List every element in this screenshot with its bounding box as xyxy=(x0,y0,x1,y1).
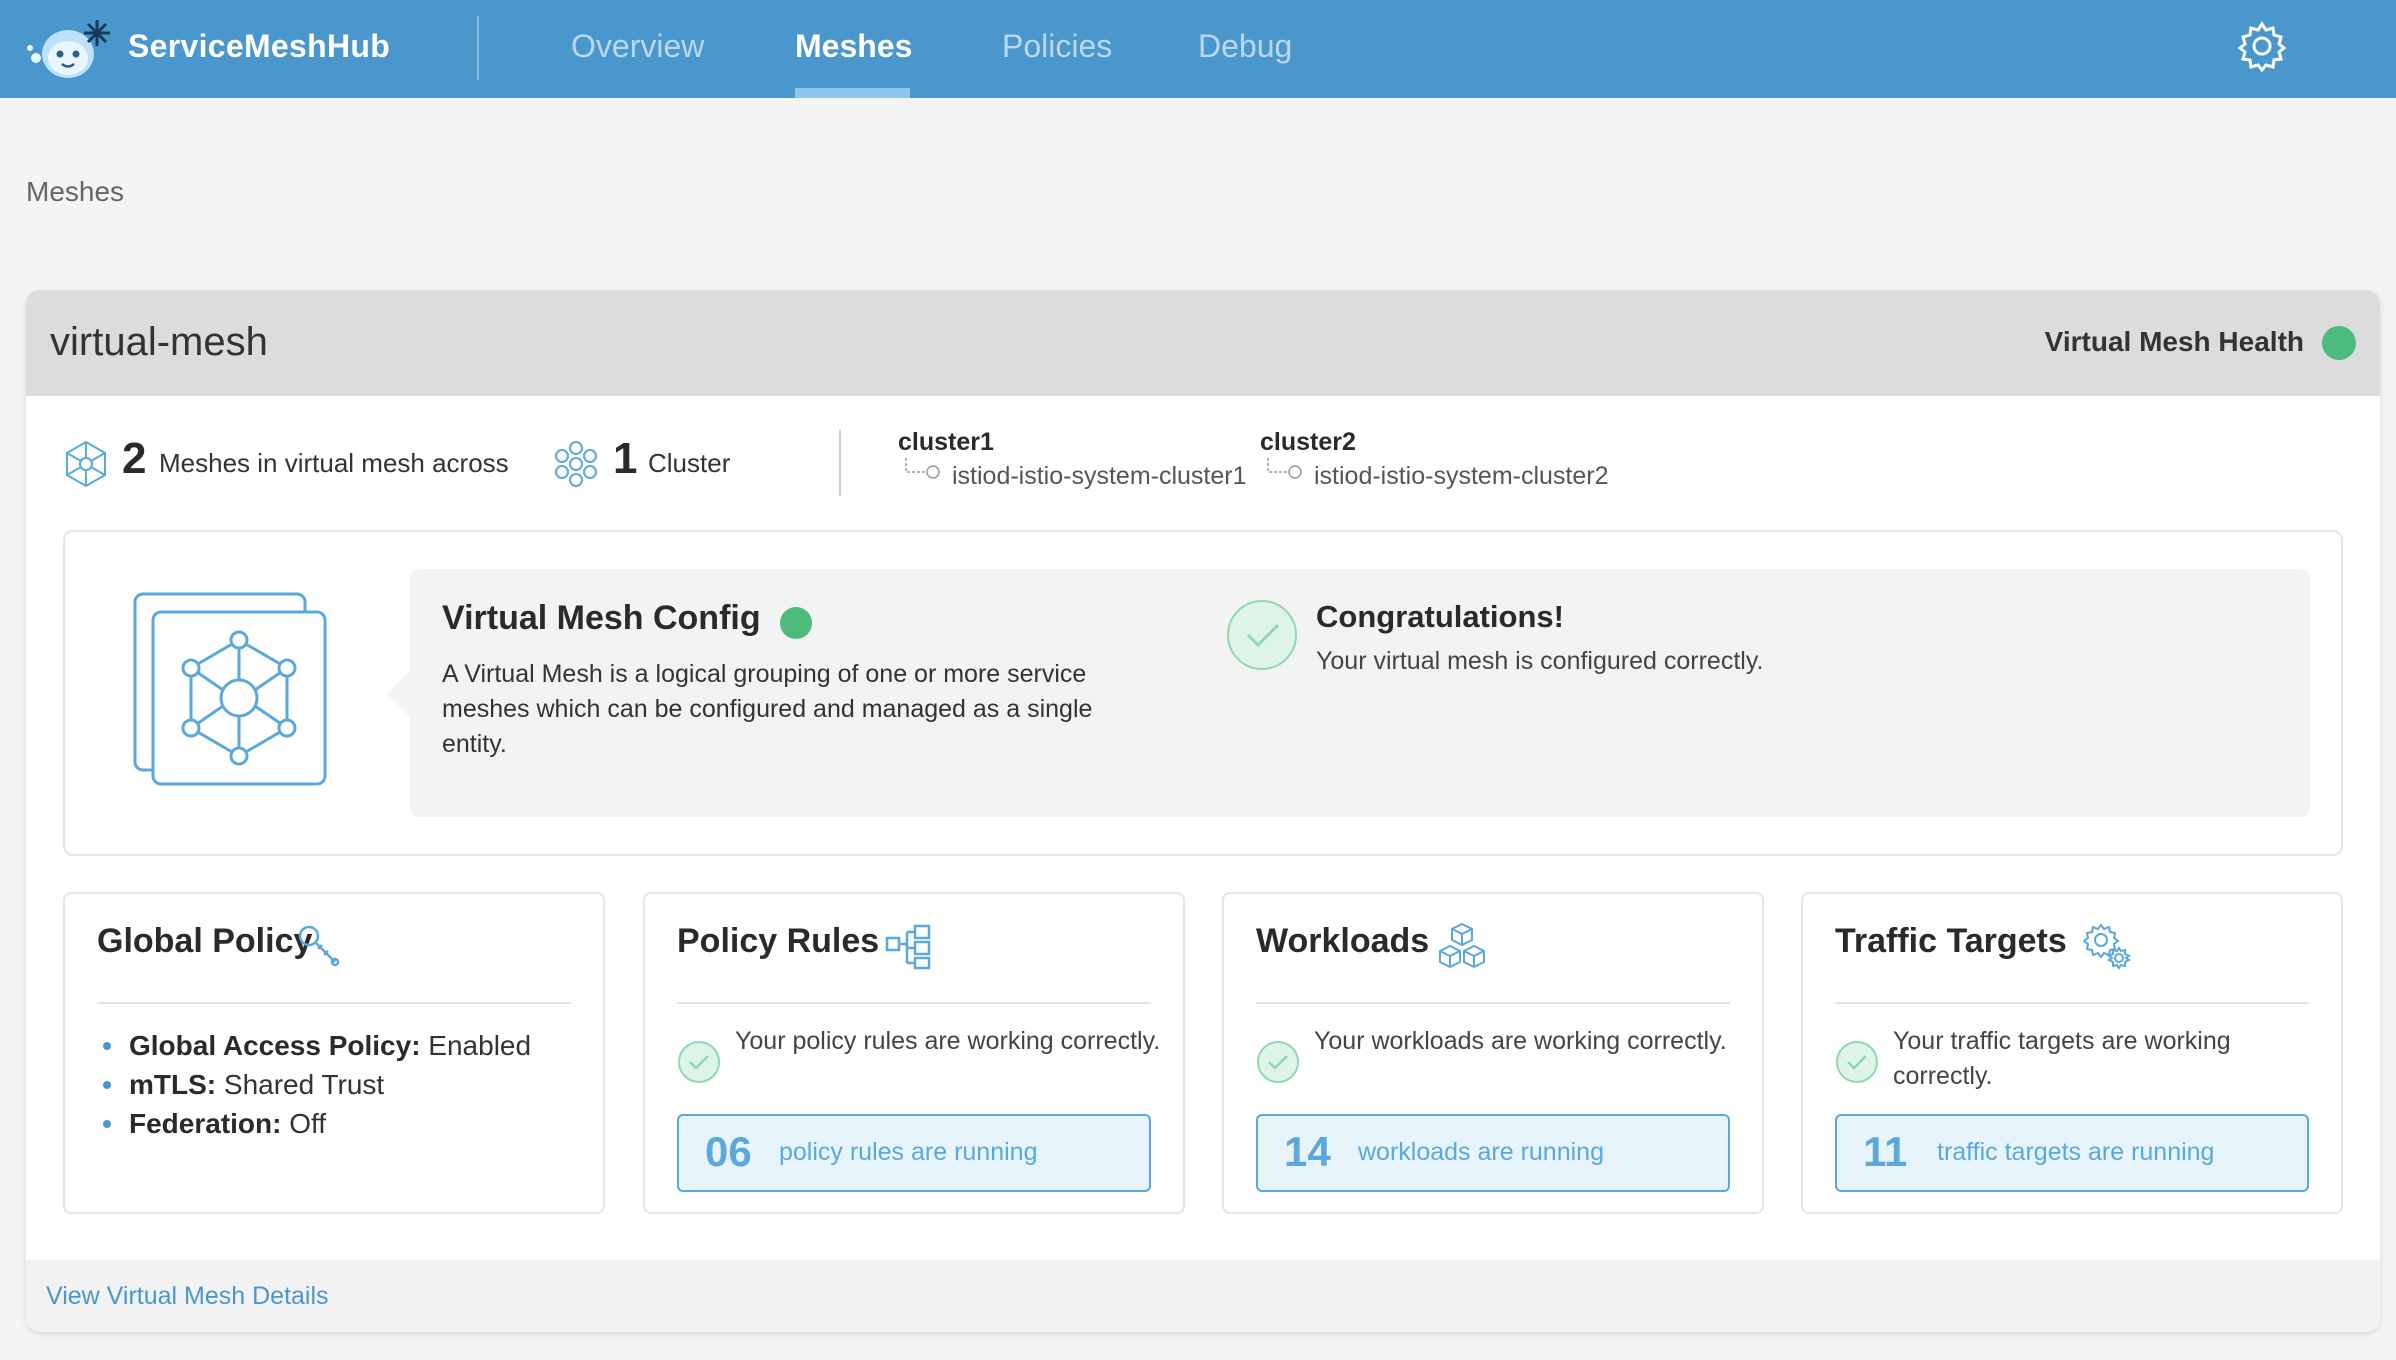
count-value: 06 xyxy=(705,1128,752,1175)
count-value: 14 xyxy=(1284,1128,1331,1175)
virtual-mesh-card: virtual-mesh Virtual Mesh Health 2 Meshe… xyxy=(26,290,2380,1332)
tree-connector-icon xyxy=(905,458,940,479)
policy-rules-icon xyxy=(885,924,931,970)
cluster-mesh-name: istiod-istio-system-cluster2 xyxy=(1314,462,1609,490)
cluster-mesh-name: istiod-istio-system-cluster1 xyxy=(952,462,1247,490)
mesh-count-text: Meshes in virtual mesh across xyxy=(159,448,509,478)
wrench-icon xyxy=(298,925,340,967)
active-tab-indicator xyxy=(795,88,910,98)
count-label: traffic targets are running xyxy=(1937,1138,2215,1166)
status-message: Your policy rules are working correctly. xyxy=(735,1027,1161,1055)
global-policy-card: Global Policy Global Access Policy: Enab… xyxy=(63,892,605,1214)
config-notch xyxy=(387,670,411,718)
tree-connector-icon xyxy=(1267,458,1302,479)
workloads-count[interactable]: 14 workloads are running xyxy=(1256,1114,1730,1192)
health-status-dot xyxy=(2322,326,2356,360)
cluster-count: 1 xyxy=(613,434,638,483)
status-message: Your virtual mesh is configured correctl… xyxy=(1316,647,1764,675)
count-label: workloads are running xyxy=(1358,1138,1604,1166)
card-footer: View Virtual Mesh Details xyxy=(26,1260,2380,1332)
status-title: Congratulations! xyxy=(1316,599,1564,634)
logo-icon[interactable] xyxy=(22,12,118,86)
workloads-cubes-icon xyxy=(1439,922,1485,969)
health-label: Virtual Mesh Health xyxy=(2044,326,2304,357)
nav-overview[interactable]: Overview xyxy=(571,28,704,65)
config-status-dot xyxy=(780,607,812,639)
count-value: 11 xyxy=(1863,1128,1908,1175)
nav-meshes[interactable]: Meshes xyxy=(795,28,912,65)
mesh-icon xyxy=(66,440,106,488)
check-icon xyxy=(1836,1041,1878,1083)
workloads-card: Workloads Your workloads are working cor… xyxy=(1222,892,1764,1214)
card-divider xyxy=(97,1002,571,1004)
traffic-targets-count[interactable]: 11 traffic targets are running xyxy=(1835,1114,2309,1192)
list-item: Federation: Off xyxy=(99,1104,531,1143)
card-divider xyxy=(1835,1002,2309,1004)
list-item: mTLS: Shared Trust xyxy=(99,1065,531,1104)
virtual-mesh-name: virtual-mesh xyxy=(50,320,268,364)
card-divider xyxy=(677,1002,1151,1004)
card-divider xyxy=(1256,1002,1730,1004)
top-nav-bar: ServiceMeshHub Overview Meshes Policies … xyxy=(0,0,2396,98)
config-description: A Virtual Mesh is a logical grouping of … xyxy=(442,660,1093,758)
view-details-link[interactable]: View Virtual Mesh Details xyxy=(46,1282,329,1311)
check-icon xyxy=(678,1041,720,1083)
card-title: Policy Rules xyxy=(677,922,880,960)
cluster-icon xyxy=(555,441,597,487)
config-title: Virtual Mesh Config xyxy=(442,599,761,637)
policy-rules-count[interactable]: 06 policy rules are running xyxy=(677,1114,1151,1192)
cluster-name: cluster2 xyxy=(1260,428,1356,456)
policy-rules-card: Policy Rules Your policy rules are worki… xyxy=(643,892,1185,1214)
mesh-count: 2 xyxy=(122,434,147,483)
nav-policies[interactable]: Policies xyxy=(1002,28,1112,65)
check-icon xyxy=(1257,1041,1299,1083)
traffic-gears-icon xyxy=(2083,923,2131,970)
count-label: policy rules are running xyxy=(779,1138,1038,1166)
app-name[interactable]: ServiceMeshHub xyxy=(128,28,390,65)
brand-divider xyxy=(477,16,479,80)
traffic-targets-card: Traffic Targets Your traffic targets are… xyxy=(1801,892,2343,1214)
virtual-mesh-config-panel: Virtual Mesh Config A Virtual Mesh is a … xyxy=(63,530,2343,856)
cluster-name: cluster1 xyxy=(898,428,994,456)
config-details: Virtual Mesh Config A Virtual Mesh is a … xyxy=(410,569,2310,817)
card-header: virtual-mesh Virtual Mesh Health xyxy=(26,290,2380,396)
status-message: Your workloads are working correctly. xyxy=(1314,1027,1727,1055)
card-title: Workloads xyxy=(1256,922,1430,960)
card-title: Global Policy xyxy=(97,922,313,960)
nav-debug[interactable]: Debug xyxy=(1198,28,1292,65)
list-item: Global Access Policy: Enabled xyxy=(99,1026,531,1065)
policy-list: Global Access Policy: Enabled mTLS: Shar… xyxy=(99,1026,531,1143)
status-message: Your traffic targets are working correct… xyxy=(1893,1027,2231,1090)
virtual-mesh-illustration-icon xyxy=(133,592,327,786)
gear-icon[interactable] xyxy=(2236,20,2288,72)
breadcrumb[interactable]: Meshes xyxy=(26,176,124,208)
summary-divider xyxy=(839,430,841,496)
success-check-icon xyxy=(1227,600,1297,670)
cluster-count-text: Cluster xyxy=(648,448,731,478)
card-title: Traffic Targets xyxy=(1835,922,2067,960)
